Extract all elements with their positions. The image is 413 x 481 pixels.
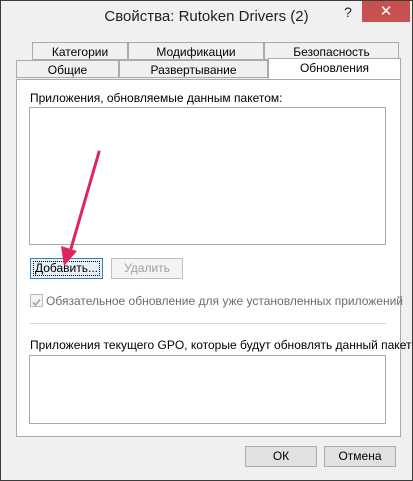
- tab-updates[interactable]: Обновления: [268, 58, 401, 79]
